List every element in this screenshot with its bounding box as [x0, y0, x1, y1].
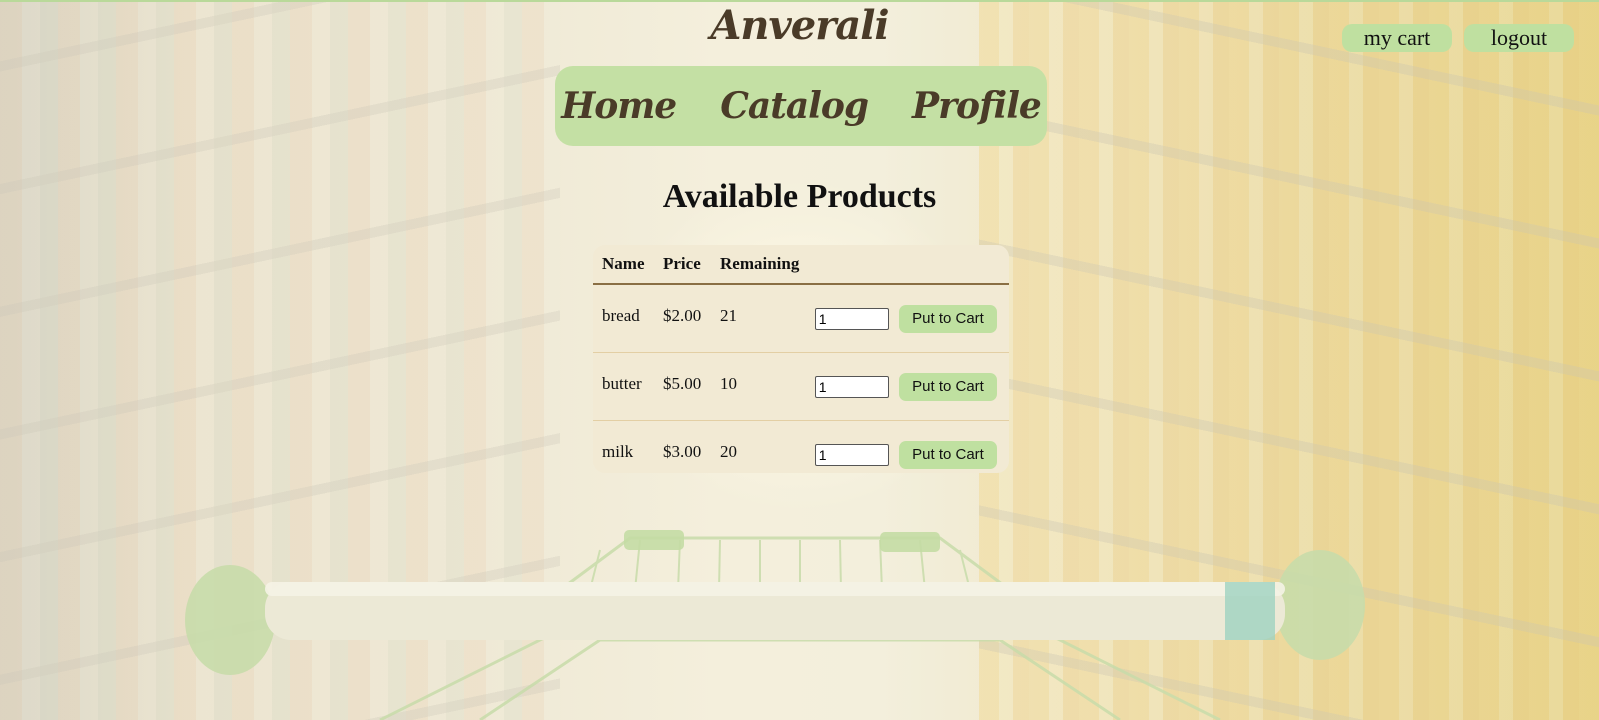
- table-row: milk $3.00 20 Put to Cart: [593, 421, 1009, 474]
- my-cart-button[interactable]: my cart: [1342, 24, 1452, 52]
- quantity-input[interactable]: [814, 375, 889, 398]
- nav-profile[interactable]: Profile: [912, 85, 1042, 127]
- main-nav: Home Catalog Profile: [555, 66, 1047, 146]
- column-header-name: Name: [593, 245, 654, 285]
- quantity-input[interactable]: [814, 307, 889, 330]
- row-actions: Put to Cart: [802, 352, 1009, 421]
- product-remaining: 10: [711, 352, 802, 421]
- row-actions: Put to Cart: [802, 284, 1009, 353]
- column-header-price: Price: [654, 245, 711, 285]
- table-row: butter $5.00 10 Put to Cart: [593, 352, 1009, 421]
- products-table: Name Price Remaining bread $2.00 21 Put …: [593, 245, 1009, 473]
- logout-button[interactable]: logout: [1464, 24, 1574, 52]
- column-header-remaining: Remaining: [711, 245, 802, 285]
- column-header-actions: [802, 245, 1009, 285]
- table-header-row: Name Price Remaining: [593, 245, 1009, 285]
- product-price: $2.00: [654, 284, 711, 353]
- product-name: bread: [593, 284, 654, 353]
- put-to-cart-button[interactable]: Put to Cart: [899, 440, 997, 469]
- table-row: bread $2.00 21 Put to Cart: [593, 284, 1009, 353]
- shopping-cart-illustration: [185, 530, 1365, 720]
- quantity-input[interactable]: [814, 443, 889, 466]
- product-remaining: 20: [720, 441, 737, 461]
- product-name: milk: [602, 441, 634, 461]
- nav-catalog[interactable]: Catalog: [720, 85, 869, 127]
- nav-home[interactable]: Home: [561, 85, 677, 127]
- put-to-cart-button[interactable]: Put to Cart: [899, 372, 997, 401]
- product-price: $5.00: [654, 352, 711, 421]
- row-actions: Put to Cart: [802, 421, 1009, 474]
- product-name: butter: [593, 352, 654, 421]
- put-to-cart-button[interactable]: Put to Cart: [899, 304, 997, 333]
- page-title: Available Products: [662, 178, 937, 215]
- product-remaining: 21: [711, 284, 802, 353]
- product-price: $3.00: [663, 441, 702, 461]
